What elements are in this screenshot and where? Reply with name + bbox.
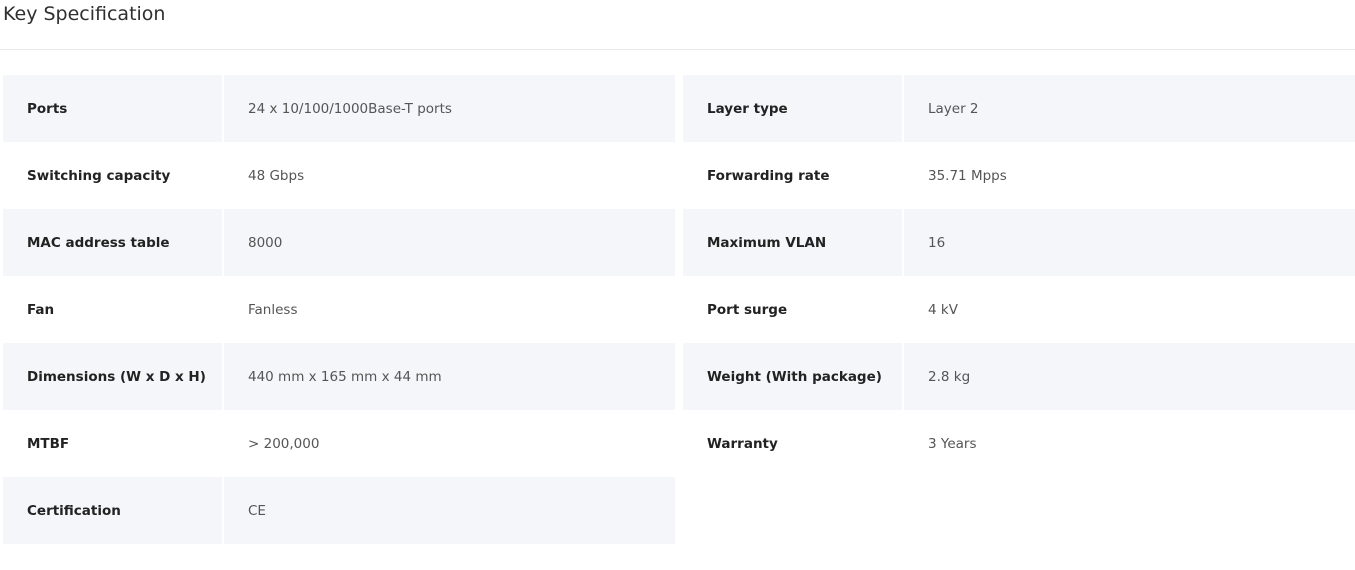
spec-pair-right: Forwarding rate 35.71 Mpps bbox=[683, 142, 1355, 209]
spec-row: Certification CE bbox=[3, 477, 1355, 544]
spec-label: Dimensions (W x D x H) bbox=[3, 343, 222, 410]
spec-label: MAC address table bbox=[3, 209, 222, 276]
spec-label: Switching capacity bbox=[27, 167, 171, 184]
spec-value: Layer 2 bbox=[904, 75, 1355, 142]
spec-value: 35.71 Mpps bbox=[928, 167, 1007, 184]
spec-value: CE bbox=[224, 477, 675, 544]
spec-pair-left: Ports 24 x 10/100/1000Base-T ports bbox=[3, 75, 675, 142]
spec-label: Weight (With package) bbox=[683, 343, 902, 410]
spec-value: 3 Years bbox=[928, 435, 977, 452]
spec-row: Dimensions (W x D x H) 440 mm x 165 mm x… bbox=[3, 343, 1355, 410]
spec-pair-left: Switching capacity 48 Gbps bbox=[3, 142, 675, 209]
spec-value: 2.8 kg bbox=[904, 343, 1355, 410]
spec-value: 4 kV bbox=[928, 301, 958, 318]
spec-value: 24 x 10/100/1000Base-T ports bbox=[224, 75, 675, 142]
spec-row: MAC address table 8000 Maximum VLAN 16 bbox=[3, 209, 1355, 276]
spec-pair-right: Weight (With package) 2.8 kg bbox=[683, 343, 1355, 410]
spec-pair-right: Warranty 3 Years bbox=[683, 410, 1355, 477]
spec-label: Certification bbox=[3, 477, 222, 544]
spec-label: Fan bbox=[27, 301, 55, 318]
spec-pair-empty bbox=[683, 477, 1355, 544]
spec-value: > 200,000 bbox=[248, 435, 320, 452]
section-header: Key Specification bbox=[0, 0, 1355, 50]
spec-label: MTBF bbox=[27, 435, 70, 452]
spec-label: Maximum VLAN bbox=[683, 209, 902, 276]
spec-label: Layer type bbox=[683, 75, 902, 142]
spec-pair-left: Certification CE bbox=[3, 477, 675, 544]
spec-pair-right: Port surge 4 kV bbox=[683, 276, 1355, 343]
spec-pair-left: MAC address table 8000 bbox=[3, 209, 675, 276]
spec-value: 48 Gbps bbox=[248, 167, 305, 184]
spec-page: Key Specification Ports 24 x 10/100/1000… bbox=[0, 0, 1355, 570]
spec-label: Port surge bbox=[707, 301, 788, 318]
spec-label: Ports bbox=[3, 75, 222, 142]
spec-value: 16 bbox=[904, 209, 1355, 276]
spec-row: Switching capacity 48 Gbps Forwarding ra… bbox=[3, 142, 1355, 209]
spec-label: Forwarding rate bbox=[707, 167, 830, 184]
spec-pair-right: Maximum VLAN 16 bbox=[683, 209, 1355, 276]
spec-value: 8000 bbox=[224, 209, 675, 276]
spec-row: Fan Fanless Port surge 4 kV bbox=[3, 276, 1355, 343]
spec-pair-left: MTBF > 200,000 bbox=[3, 410, 675, 477]
spec-pair-left: Dimensions (W x D x H) 440 mm x 165 mm x… bbox=[3, 343, 675, 410]
spec-table: Ports 24 x 10/100/1000Base-T ports Layer… bbox=[3, 75, 1355, 544]
spec-row: Ports 24 x 10/100/1000Base-T ports Layer… bbox=[3, 75, 1355, 142]
spec-value: 440 mm x 165 mm x 44 mm bbox=[224, 343, 675, 410]
spec-row: MTBF > 200,000 Warranty 3 Years bbox=[3, 410, 1355, 477]
spec-label: Warranty bbox=[707, 435, 778, 452]
section-title: Key Specification bbox=[3, 3, 166, 25]
spec-value: Fanless bbox=[248, 301, 298, 318]
spec-pair-right: Layer type Layer 2 bbox=[683, 75, 1355, 142]
spec-pair-left: Fan Fanless bbox=[3, 276, 675, 343]
